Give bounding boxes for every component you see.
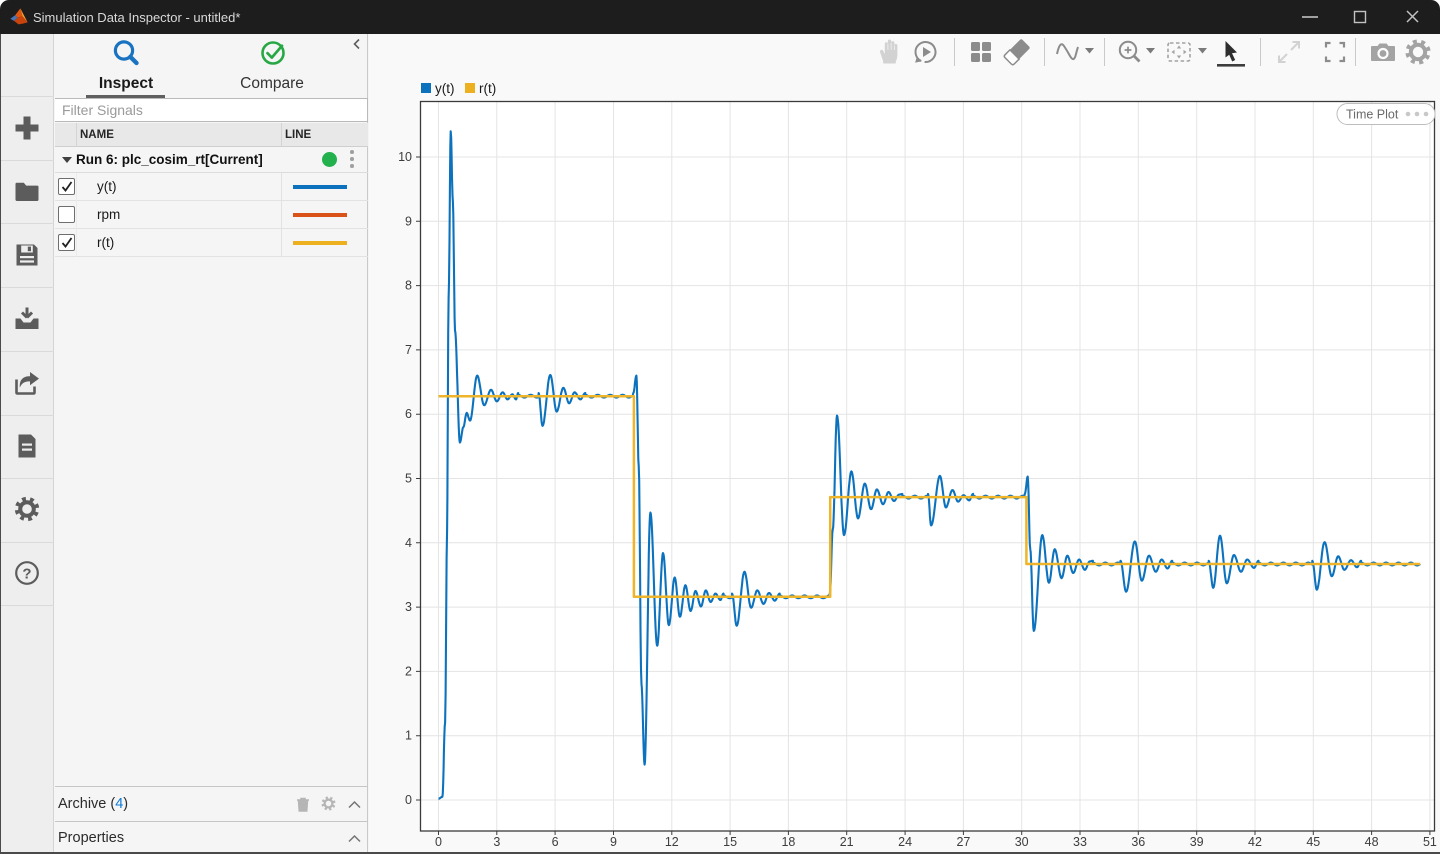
svg-text:33: 33	[1073, 835, 1087, 849]
svg-text:9: 9	[405, 214, 412, 228]
svg-text:15: 15	[723, 835, 737, 849]
svg-text:6: 6	[552, 835, 559, 849]
svg-text:3: 3	[405, 600, 412, 614]
svg-text:Time Plot: Time Plot	[1346, 108, 1399, 122]
svg-text:8: 8	[405, 279, 412, 293]
svg-text:5: 5	[405, 472, 412, 486]
svg-text:18: 18	[781, 835, 795, 849]
svg-text:6: 6	[405, 407, 412, 421]
svg-text:4: 4	[405, 536, 412, 550]
svg-text:10: 10	[398, 150, 412, 164]
svg-text:3: 3	[493, 835, 500, 849]
svg-text:21: 21	[840, 835, 854, 849]
svg-text:9: 9	[610, 835, 617, 849]
svg-text:39: 39	[1190, 835, 1204, 849]
svg-text:1: 1	[405, 729, 412, 743]
svg-text:42: 42	[1248, 835, 1262, 849]
svg-text:48: 48	[1365, 835, 1379, 849]
svg-text:51: 51	[1423, 835, 1437, 849]
svg-text:?: ?	[22, 566, 31, 583]
svg-text:7: 7	[405, 343, 412, 357]
svg-text:36: 36	[1131, 835, 1145, 849]
svg-text:30: 30	[1015, 835, 1029, 849]
svg-text:0: 0	[405, 793, 412, 807]
svg-text:45: 45	[1306, 835, 1320, 849]
svg-text:24: 24	[898, 835, 912, 849]
svg-text:r(t): r(t)	[479, 81, 496, 96]
svg-text:0: 0	[435, 835, 442, 849]
svg-text:y(t): y(t)	[435, 81, 455, 96]
svg-text:2: 2	[405, 664, 412, 678]
svg-text:27: 27	[956, 835, 970, 849]
svg-text:12: 12	[665, 835, 679, 849]
